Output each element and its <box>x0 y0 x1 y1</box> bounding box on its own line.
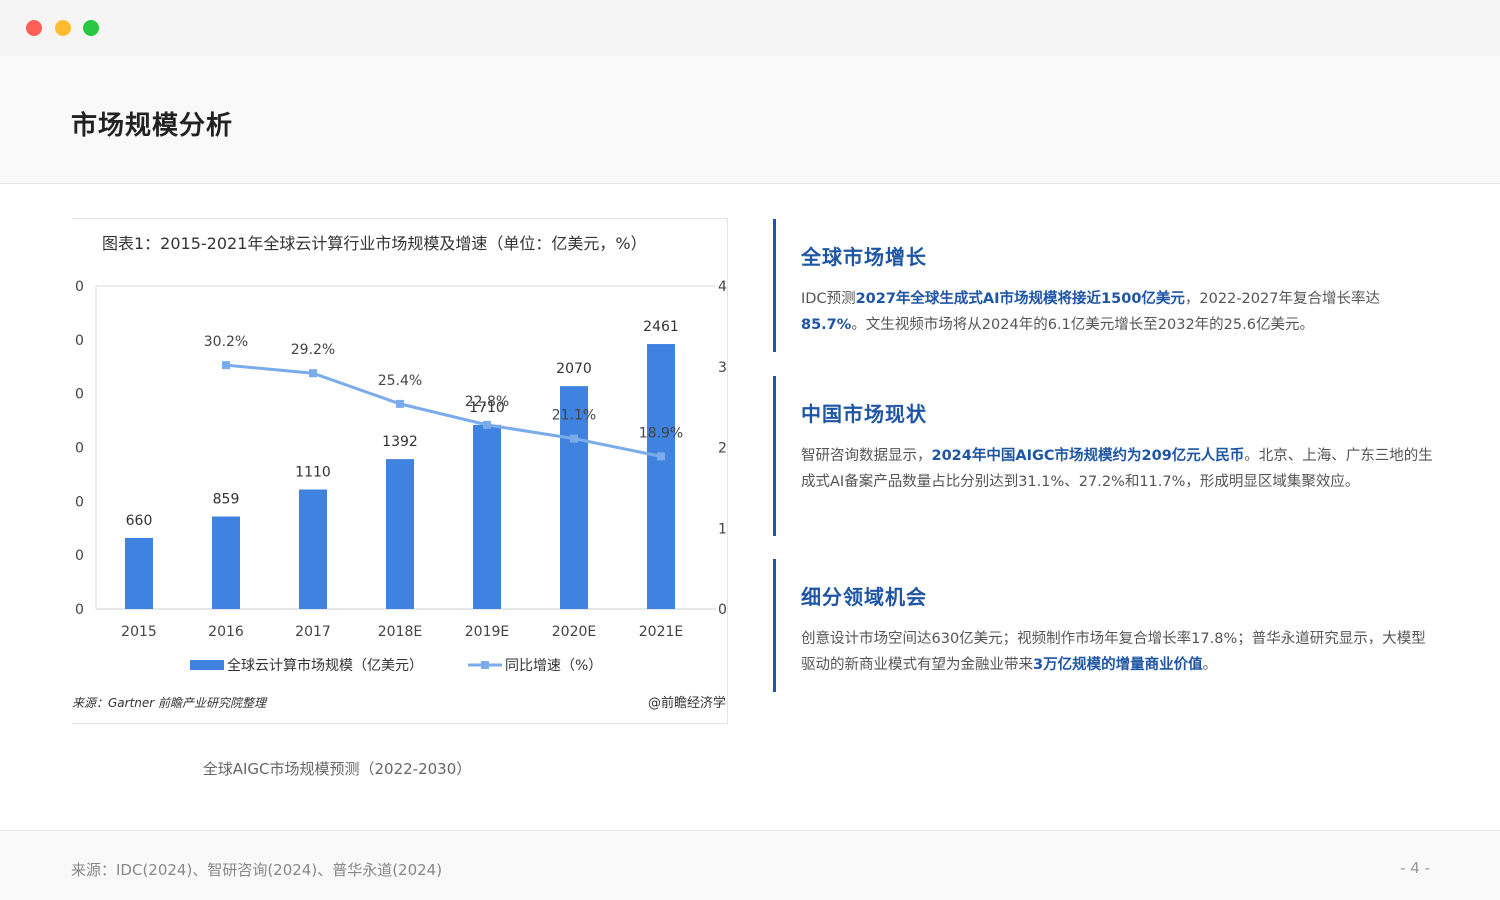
line-point <box>309 369 317 378</box>
bar-value-label: 2070 <box>556 361 592 377</box>
y-left-tick-label: 0 <box>75 494 84 510</box>
y-left-tick-label: 0 <box>75 548 84 564</box>
line-point <box>222 361 230 370</box>
section-china-market: 中国市场现状 智研咨询数据显示，2024年中国AIGC市场规模约为209亿元人民… <box>773 376 1433 536</box>
bar <box>125 537 153 609</box>
chart-title: 图表1：2015-2021年全球云计算行业市场规模及增速（单位：亿美元，%） <box>102 234 647 253</box>
highlight-text: 2027年全球生成式AI市场规模将接近1500亿美元 <box>855 291 1185 307</box>
line-value-label: 29.2% <box>291 342 335 358</box>
bar <box>386 459 414 609</box>
x-tick-label: 2017 <box>295 624 331 640</box>
y-left-tick-label: 0 <box>75 279 84 295</box>
legend-bar-label: 全球云计算市场规模（亿美元） <box>227 657 423 674</box>
section-text: 智研咨询数据显示，2024年中国AIGC市场规模约为209亿元人民币。北京、上海… <box>801 443 1433 495</box>
highlight-text: 3万亿规模的增量商业价值 <box>1033 657 1203 673</box>
x-tick-label: 2018E <box>378 624 422 640</box>
x-tick-label: 2020E <box>552 624 596 640</box>
body-text: IDC预测 <box>801 291 856 307</box>
section-title: 中国市场现状 <box>801 402 927 426</box>
chart-watermark-credit: @前瞻经济学 <box>648 695 726 711</box>
y-right-tick-label: 3 <box>718 360 727 376</box>
bar-value-label: 2461 <box>643 319 679 335</box>
section-global-growth: 全球市场增长 IDC预测2027年全球生成式AI市场规模将接近1500亿美元，2… <box>773 219 1433 352</box>
highlight-text: 2024年中国AIGC市场规模约为209亿元人民币 <box>931 448 1245 464</box>
line-value-label: 30.2% <box>204 334 248 350</box>
body-text: 智研咨询数据显示， <box>801 448 932 464</box>
chart-caption: 全球AIGC市场规模预测（2022-2030） <box>202 760 472 778</box>
line-value-label: 21.1% <box>552 408 596 424</box>
body-text: ，2022-2027年复合增长率达 <box>1184 291 1380 307</box>
bar-value-label: 1392 <box>382 434 418 450</box>
section-title: 细分领域机会 <box>801 585 927 609</box>
y-right-tick-label: 2 <box>718 441 727 457</box>
page-number: - 4 - <box>1400 859 1430 877</box>
y-left-tick-label: 0 <box>75 333 84 349</box>
bar <box>473 424 501 609</box>
bar-value-label: 1110 <box>295 464 331 480</box>
x-tick-label: 2016 <box>208 624 244 640</box>
line-value-label: 22.8% <box>465 394 509 410</box>
legend-bar-swatch <box>190 660 224 670</box>
y-right-tick-label: 1 <box>718 521 727 537</box>
bar-value-label: 859 <box>213 492 240 508</box>
bar <box>647 344 675 609</box>
body-text: 。文生视频市场将从2024年的6.1亿美元增长至2032年的25.6亿美元。 <box>851 317 1314 333</box>
x-tick-label: 2021E <box>639 624 683 640</box>
bar <box>212 516 240 609</box>
window-titlebar <box>0 0 1500 56</box>
page-title: 市场规模分析 <box>71 111 234 141</box>
body-text: 。 <box>1202 657 1218 673</box>
y-left-tick-label: 0 <box>75 441 84 457</box>
chart-source: 来源：Gartner 前瞻产业研究院整理 <box>72 696 268 710</box>
section-segment-opportunity: 细分领域机会 创意设计市场空间达630亿美元；视频制作市场年复合增长率17.8%… <box>773 559 1433 692</box>
line-point <box>396 399 404 408</box>
line-point <box>657 452 665 461</box>
y-right-tick-label: 4 <box>718 279 727 295</box>
y-right-tick-label: 0 <box>718 602 727 618</box>
legend-line-marker <box>481 661 489 669</box>
slide-header: 市场规模分析 <box>0 56 1500 184</box>
section-text: 创意设计市场空间达630亿美元；视频制作市场年复合增长率17.8%；普华永道研究… <box>801 626 1433 678</box>
maximize-window-button[interactable] <box>83 20 99 36</box>
line-value-label: 25.4% <box>378 373 422 389</box>
line-value-label: 18.9% <box>639 425 683 441</box>
line-point <box>570 434 578 443</box>
chart-card: 图表1：2015-2021年全球云计算行业市场规模及增速（单位：亿美元，%） 0 0… <box>72 218 728 724</box>
x-tick-label: 2019E <box>465 624 509 640</box>
section-text: IDC预测2027年全球生成式AI市场规模将接近1500亿美元，2022-202… <box>801 286 1433 338</box>
section-title: 全球市场增长 <box>801 245 927 269</box>
y-left-tick-label: 0 <box>75 387 84 403</box>
y-left-tick-label: 0 <box>75 602 84 618</box>
footer-source: 来源：IDC(2024)、智研咨询(2024)、普华永道(2024) <box>71 861 443 879</box>
bar <box>299 489 327 609</box>
minimize-window-button[interactable] <box>55 20 71 36</box>
cloud-market-chart: 图表1：2015-2021年全球云计算行业市场规模及增速（单位：亿美元，%） 0 0… <box>72 234 727 711</box>
slide-footer: 来源：IDC(2024)、智研咨询(2024)、普华永道(2024) - 4 - <box>0 830 1500 900</box>
close-window-button[interactable] <box>26 20 42 36</box>
highlight-text: 85.7% <box>801 317 852 333</box>
bar-value-label: 660 <box>126 513 153 529</box>
legend-line-label: 同比增速（%） <box>505 658 602 674</box>
x-tick-label: 2015 <box>121 624 157 640</box>
line-point <box>483 420 491 429</box>
